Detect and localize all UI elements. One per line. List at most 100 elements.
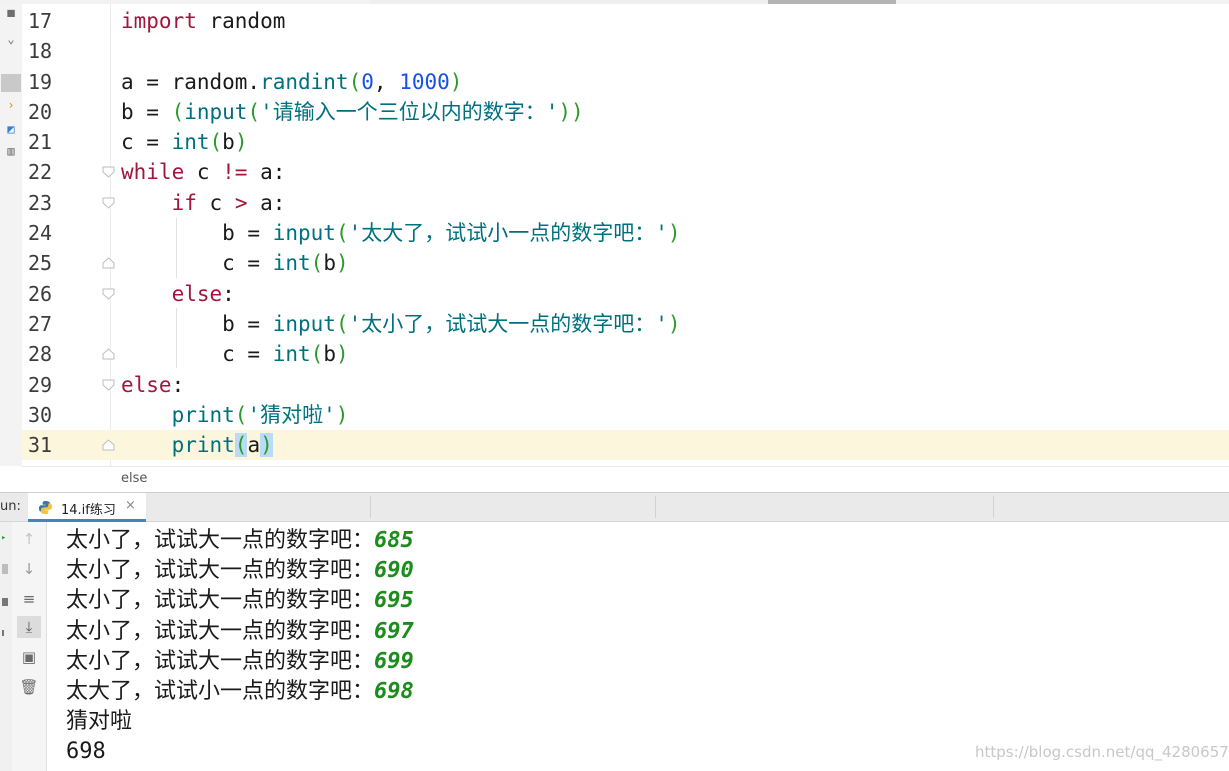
line-number: 21 [28,130,53,155]
code-text[interactable]: b = input('太小了，试试大一点的数字吧：') [121,309,681,339]
run-label: un: [0,499,21,514]
code-line[interactable]: 18 [22,36,1229,66]
code-line[interactable]: 20 b = (input('请输入一个三位以内的数字：')) [22,97,1229,127]
code-line[interactable]: 25 c = int(b) [22,248,1229,278]
run-panel-header: un: 14.if练习 × [0,492,1229,522]
arrow-down-icon[interactable]: ↓ [17,558,41,580]
code-token: else [171,281,223,306]
line-number: 28 [28,342,53,367]
code-token: c [184,160,223,185]
code-token: ) [449,69,463,94]
console-prompt: 太小了，试试大一点的数字吧： [66,588,375,614]
run-tab[interactable]: 14.if练习 × [28,493,146,522]
code-text[interactable]: else: [121,370,184,400]
code-token: ( [310,251,324,276]
fold-open-icon[interactable] [102,379,115,391]
soft-wrap-icon[interactable]: ≡ [17,588,41,610]
fold-open-icon[interactable] [102,288,115,300]
code-text[interactable]: c = int(b) [121,339,348,369]
code-line[interactable]: 26 else: [22,279,1229,309]
code-text[interactable]: import random [121,6,285,36]
pause-icon[interactable] [2,598,8,606]
code-line[interactable]: 23 if c > a: [22,188,1229,218]
console-line: 太小了，试试大一点的数字吧：695 [66,586,414,616]
console-line: 太大了，试试小一点的数字吧：698 [66,677,414,707]
console-prompt: 太小了，试试大一点的数字吧： [66,528,375,553]
code-token: int [272,342,311,367]
code-text[interactable]: print('猜对啦') [121,400,349,430]
line-number: 17 [28,9,53,33]
arrow-up-icon[interactable]: ↑ [17,528,41,550]
code-token: int [171,130,210,155]
pin-icon[interactable] [2,630,10,636]
code-token: a [247,433,261,458]
code-text[interactable]: if c > a: [121,188,286,218]
print-icon[interactable]: ▣ [17,646,41,668]
code-token: a: [247,160,286,185]
code-lines[interactable]: 17 import random 18 19 a = random.randint(0,… [22,6,1229,461]
console-output[interactable]: 太小了，试试大一点的数字吧：685 太小了，试试大一点的数字吧：690 太小了，试试… [47,526,1227,771]
code-text[interactable]: b = (input('请输入一个三位以内的数字：')) [121,97,584,127]
code-text[interactable]: c = int(b) [121,127,247,157]
fold-open-icon[interactable] [102,166,115,179]
code-token: b = [121,99,172,124]
line-number: 26 [28,281,53,306]
line-number: 18 [28,39,53,64]
code-text[interactable]: a = random.randint(0, 1000) [121,67,462,97]
code-line[interactable]: 24 b = input('太大了，试试小一点的数字吧：') [22,218,1229,248]
code-text[interactable]: print(a) [121,430,273,460]
chevron-down-icon[interactable]: ⌄ [1,30,21,48]
chevron-right-icon[interactable]: › [1,96,21,114]
code-token: ( [171,99,185,124]
stop-icon[interactable] [2,564,8,574]
code-token: c = [121,342,273,367]
code-token: c [196,190,235,215]
code-editor[interactable]: ▀ ⌄ › ◩ ▥ 17 import random 18 19 a = random.… [0,0,1229,466]
scroll-to-end-icon[interactable]: ⤓ [17,616,41,638]
code-line[interactable]: 19 a = random.randint(0, 1000) [22,67,1229,97]
code-token: ( [234,433,248,458]
console-user-input: 695 [374,588,414,614]
code-line[interactable]: 21 c = int(b) [22,127,1229,157]
rerun-icon[interactable]: ▸ [1,534,9,543]
fold-open-icon[interactable] [102,197,115,209]
code-token: 1000 [399,69,450,94]
close-icon[interactable]: × [125,498,136,513]
line-number: 22 [28,160,53,185]
todo-icon[interactable]: ◩ [1,120,21,138]
code-token: print [171,402,235,427]
line-number: 31 [28,433,53,458]
code-line[interactable]: 30 print('猜对啦') [22,400,1229,430]
code-text[interactable]: b = input('太大了，试试小一点的数字吧：') [121,218,680,248]
structure-icon[interactable] [1,74,21,92]
code-token: '太大了，试试小一点的数字吧：' [348,221,668,246]
code-token: '猜对啦' [247,402,336,427]
line-number: 25 [28,251,53,276]
console-user-input: 685 [374,528,414,553]
code-line[interactable]: 27 b = input('太小了，试试大一点的数字吧：') [22,309,1229,339]
code-token: ( [234,402,248,427]
code-text[interactable]: c = int(b) [121,248,349,278]
breadcrumb[interactable]: else [121,471,147,486]
code-token: '太小了，试试大一点的数字吧：' [348,311,668,336]
code-line[interactable]: 29 else: [22,370,1229,400]
fold-end-icon[interactable] [102,348,115,360]
code-token: b [222,130,235,155]
code-line[interactable]: 31 print(a) [22,430,1229,461]
fold-end-icon[interactable] [102,439,115,451]
code-text[interactable]: while c != a: [121,157,285,187]
bars-chart-icon[interactable]: ▥ [1,142,21,160]
code-token: ) [335,251,349,276]
code-token: ( [335,221,349,246]
trash-icon[interactable]: 🗑 [17,676,41,698]
code-token: ) [667,311,681,336]
folder-icon[interactable]: ▀ [1,8,21,26]
code-text[interactable]: else: [121,279,235,309]
fold-end-icon[interactable] [102,257,115,269]
code-token: '请输入一个三位以内的数字：' [260,99,559,124]
code-line[interactable]: 28 c = int(b) [22,339,1229,369]
code-line[interactable]: 22 while c != a: [22,157,1229,187]
code-token: > [234,190,248,215]
code-line[interactable]: 17 import random [22,6,1229,36]
